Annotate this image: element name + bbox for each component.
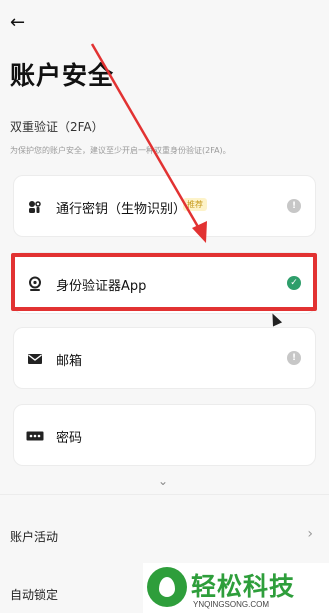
row-label: 自动锁定 [10,588,59,602]
method-card-authenticator[interactable]: 身份验证器App ✓ [13,252,316,314]
divider [0,494,329,495]
section-description: 为保护您的账户安全，建议至少开启一种双重身份验证(2FA)。 [10,146,231,155]
mail-icon [26,350,44,368]
method-card-passkey[interactable]: 通行密钥（生物识别） ! [13,175,316,237]
section-title-2fa: 双重验证（2FA） [10,120,104,134]
expand-chevron-icon[interactable]: ⌄ [158,474,168,488]
method-label: 通行密钥（生物识别） [56,202,187,217]
method-card-email[interactable]: 邮箱 ! [13,327,316,389]
watermark-text: 轻松科技 [191,572,296,601]
info-icon: ! [287,199,301,213]
page-title: 账户安全 [10,61,115,90]
info-icon: ! [287,351,301,365]
back-button[interactable]: ← [10,12,32,34]
watermark-subtext: YNQINGSONG.COM [193,600,270,609]
method-label: 密码 [56,431,83,446]
authenticator-icon [26,275,44,293]
password-icon [26,427,44,445]
check-icon: ✓ [287,276,301,290]
method-card-password[interactable]: 密码 [13,404,316,466]
method-label: 身份验证器App [56,279,147,294]
method-label: 邮箱 [56,354,83,369]
row-account-activity[interactable]: 账户活动 › [10,522,319,552]
chevron-right-icon: › [307,526,313,542]
row-label: 账户活动 [10,530,59,544]
watermark: 轻松科技 YNQINGSONG.COM [143,563,329,613]
watermark-logo-icon [147,567,187,607]
passkey-icon [26,198,44,216]
recommended-badge: 推荐 [183,198,207,211]
